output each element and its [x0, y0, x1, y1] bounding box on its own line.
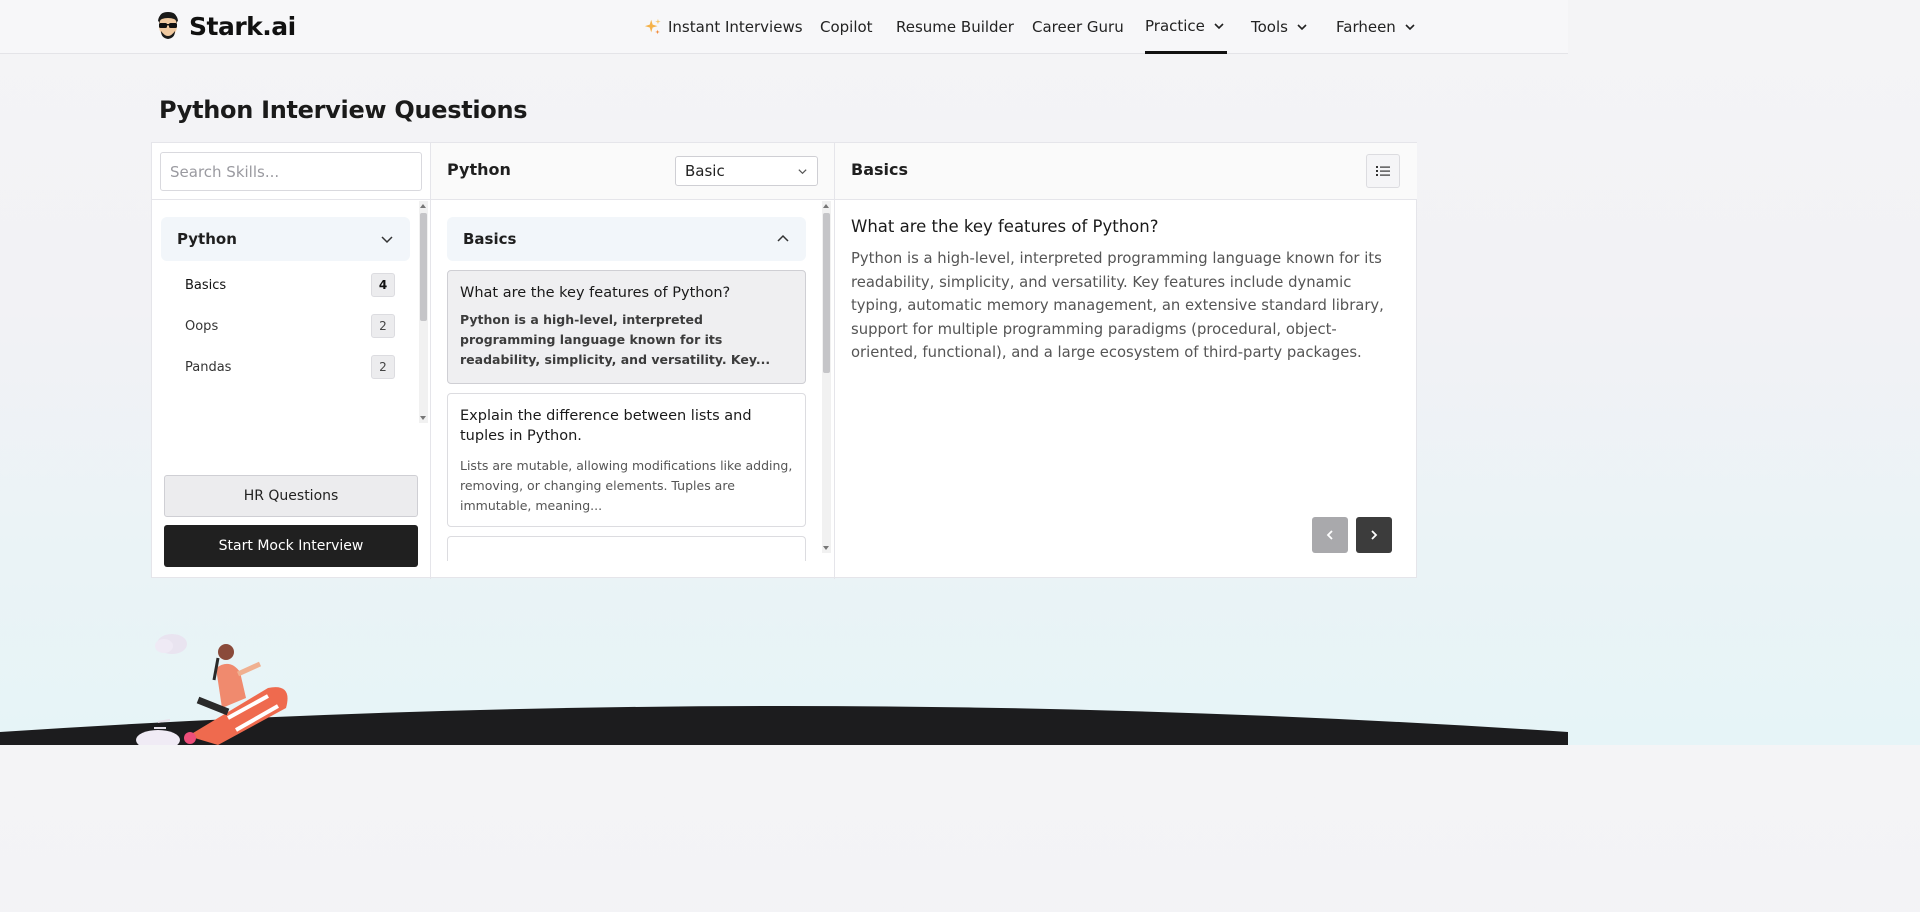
chevron-left-icon [1326, 530, 1333, 540]
section-label: Basics [463, 230, 517, 248]
previous-question-button[interactable] [1312, 517, 1348, 553]
skill-group-python[interactable]: Python [161, 217, 410, 261]
brand-name: Stark.ai [189, 11, 296, 41]
question-title: Explain the difference between lists and… [460, 408, 752, 444]
scroll-up-icon[interactable] [823, 204, 829, 208]
count-badge: 2 [371, 355, 395, 379]
answer-question-title: What are the key features of Python? [851, 217, 1159, 236]
rocket-illustration [136, 634, 288, 745]
skill-group-label: Python [177, 230, 237, 248]
next-question-button[interactable] [1356, 517, 1392, 553]
brand-face-icon [158, 12, 178, 39]
sidebar-item-label: Basics [185, 277, 227, 293]
answer-header: Basics [835, 143, 1417, 200]
chevron-down-icon [1214, 22, 1224, 29]
sidebar-item-oops[interactable]: Oops 2 [185, 314, 395, 338]
nav-label: Tools [1251, 18, 1288, 36]
questions-scrollbar[interactable] [822, 201, 831, 553]
nav-label: Career Guru [1032, 18, 1124, 36]
brand-logo[interactable]: Stark.ai [155, 10, 296, 42]
nav-tools[interactable]: Tools [1251, 0, 1308, 54]
chevron-right-icon [1371, 530, 1378, 540]
count-badge: 4 [371, 273, 395, 297]
sidebar-item-label: Oops [185, 318, 219, 334]
count-badge: 2 [371, 314, 395, 338]
skill-title: Python [447, 160, 511, 179]
scroll-down-icon[interactable] [823, 546, 829, 550]
user-name: Farheen [1336, 18, 1396, 36]
nav-label: Resume Builder [896, 18, 1014, 36]
sparkle-icon [644, 18, 661, 35]
start-mock-interview-button[interactable]: Start Mock Interview [164, 525, 418, 567]
questions-header: Python Basic [431, 143, 834, 200]
scroll-up-icon[interactable] [420, 204, 426, 208]
search-skills-input[interactable] [160, 152, 422, 191]
nav-label: Practice [1145, 16, 1205, 35]
nav-instant-interviews[interactable]: Instant Interviews [644, 0, 803, 54]
sidebar-item-basics[interactable]: Basics 4 [185, 273, 395, 297]
chevron-up-icon [777, 234, 789, 242]
question-list-button[interactable] [1366, 154, 1400, 188]
chevron-down-icon [381, 236, 393, 244]
sidebar-item-pandas[interactable]: Pandas 2 [185, 355, 395, 379]
chevron-down-icon [798, 168, 807, 174]
nav-practice[interactable]: Practice [1145, 0, 1227, 54]
question-card[interactable]: What are the key features of Python? Pyt… [447, 270, 806, 384]
question-preview: Python is a high-level, interpreted prog… [460, 312, 771, 367]
answer-panel: Basics What are the key features of Pyth… [835, 143, 1417, 579]
nav-user-menu[interactable]: Farheen [1336, 0, 1416, 54]
skills-search-header [152, 143, 430, 200]
question-title: What are the key features of Python? [460, 285, 731, 301]
top-navbar: Stark.ai Instant Interviews Copilot Resu… [0, 0, 1568, 54]
sidebar-scrollbar[interactable] [419, 201, 428, 423]
section-accordion-basics[interactable]: Basics [447, 217, 806, 261]
answer-section-title: Basics [851, 160, 909, 179]
chevron-down-icon [1297, 24, 1307, 31]
level-select[interactable]: Basic [675, 156, 818, 186]
nav-resume-builder[interactable]: Resume Builder [896, 0, 1014, 54]
answer-text: Python is a high-level, interpreted prog… [851, 250, 1384, 361]
chevron-down-icon [1405, 24, 1415, 31]
nav-label: Copilot [820, 18, 873, 36]
sidebar-item-label: Pandas [185, 359, 232, 375]
questions-list: Python Basic Basics What are the key fea… [431, 143, 835, 579]
scrollbar-thumb[interactable] [420, 213, 427, 321]
question-card[interactable]: Explain the difference between lists and… [447, 393, 806, 527]
nav-copilot[interactable]: Copilot [820, 0, 873, 54]
scrollbar-thumb[interactable] [823, 213, 830, 373]
question-preview: Lists are mutable, allowing modification… [460, 458, 793, 513]
hr-questions-button[interactable]: HR Questions [164, 475, 418, 517]
list-icon [1376, 166, 1390, 176]
interview-panel: Python Basics 4 Oops 2 Pandas 2 HR Quest… [151, 142, 1417, 579]
question-card-partial[interactable] [447, 536, 806, 561]
scroll-down-icon[interactable] [420, 416, 426, 420]
nav-career-guru[interactable]: Career Guru [1032, 0, 1124, 54]
nav-label: Instant Interviews [668, 18, 803, 36]
level-select-value: Basic [685, 162, 725, 180]
page-title: Python Interview Questions [159, 96, 528, 124]
skills-sidebar: Python Basics 4 Oops 2 Pandas 2 HR Quest… [152, 143, 431, 579]
